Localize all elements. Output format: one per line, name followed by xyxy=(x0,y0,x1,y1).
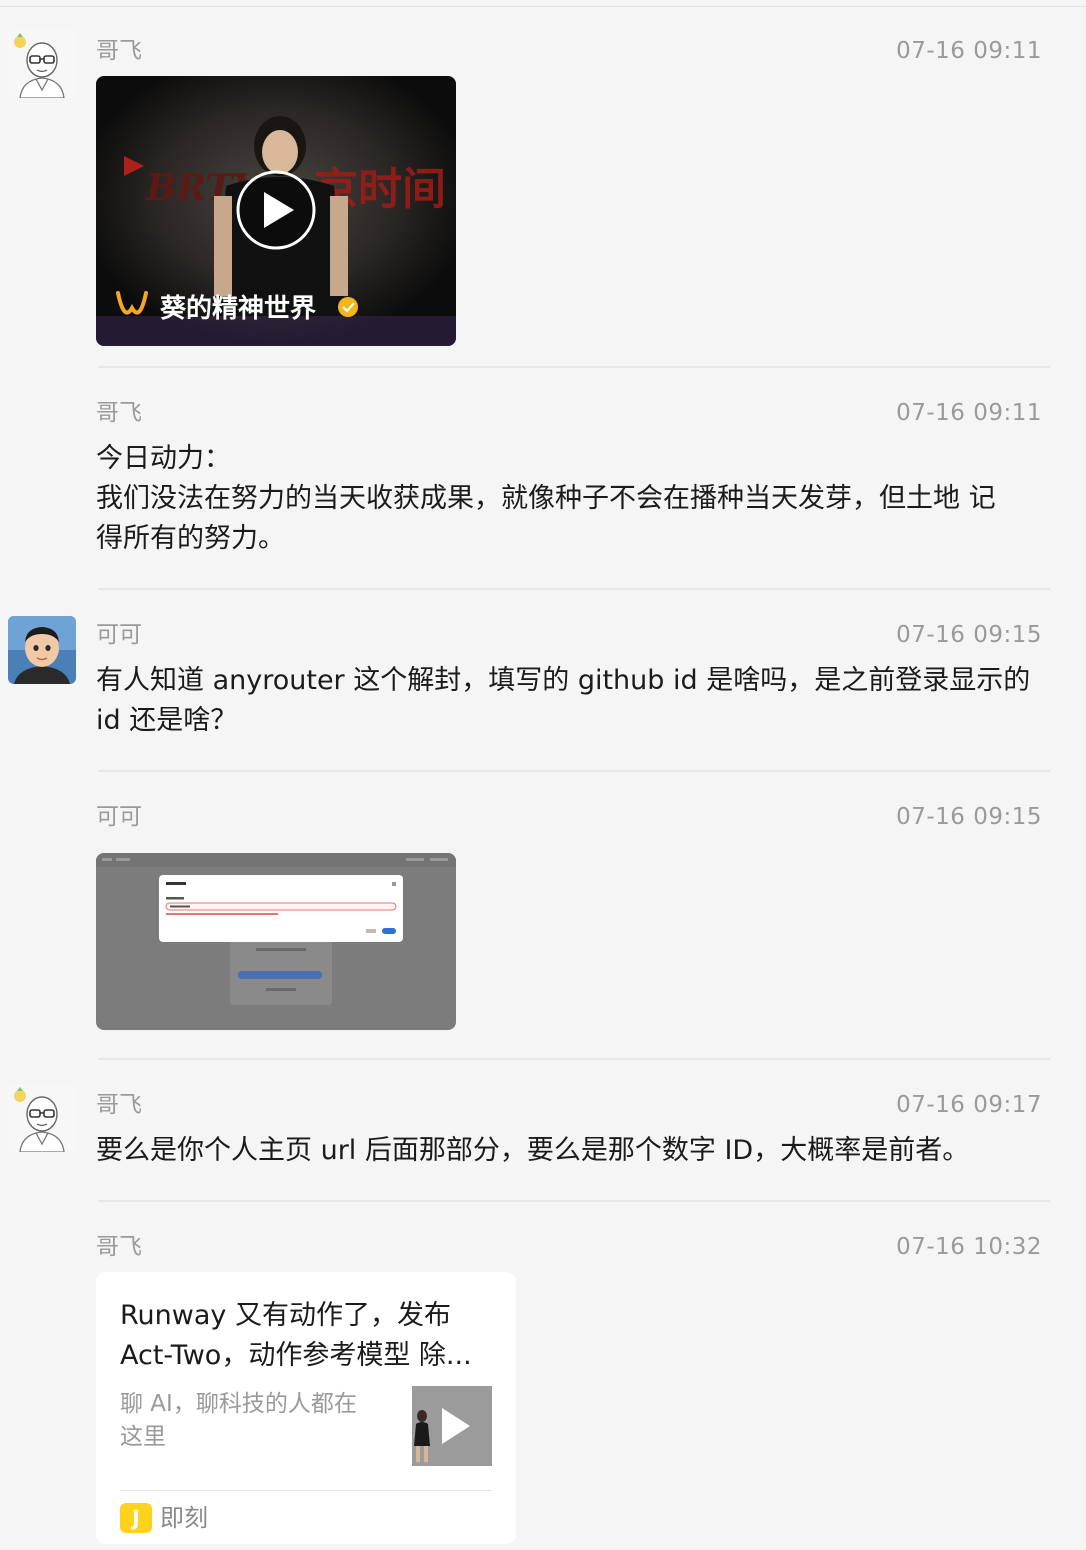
timestamp: 07-16 09:17 xyxy=(896,1092,1042,1118)
link-card-title-line: Runway 又有动作了，发布 xyxy=(120,1300,451,1331)
jike-app-icon: J xyxy=(120,1503,152,1533)
timestamp: 07-16 09:11 xyxy=(896,400,1042,426)
message-divider xyxy=(98,770,1050,772)
message-text[interactable]: 今日动力： 我们没法在努力的当天收获成果，就像种子不会在播种当天发芽，但土地 记… xyxy=(96,439,1041,559)
link-card-title: Runway 又有动作了，发布 Act-Two，动作参考模型 除... xyxy=(120,1296,500,1376)
sender-name: 哥飞 xyxy=(96,1092,142,1118)
message-text[interactable]: 要么是你个人主页 url 后面那部分，要么是那个数字 ID，大概率是前者。 xyxy=(96,1131,1041,1171)
message-divider xyxy=(98,366,1050,368)
message-line: 得所有的努力。 xyxy=(96,523,285,554)
link-card-source-label: 即刻 xyxy=(160,1504,208,1532)
avatar-gefei[interactable] xyxy=(8,1084,76,1152)
sender-name: 哥飞 xyxy=(96,1234,142,1260)
message-line: 今日动力： xyxy=(96,443,231,474)
link-card-description: 聊 AI，聊科技的人都在 这里 xyxy=(120,1388,390,1454)
link-card[interactable]: Runway 又有动作了，发布 Act-Two，动作参考模型 除... 聊 AI… xyxy=(96,1272,516,1544)
message-line: 我们没法在努力的当天收获成果，就像种子不会在播种当天发芽，但土地 记 xyxy=(96,483,996,514)
message-line: 要么是你个人主页 url 后面那部分，要么是那个数字 ID，大概率是前者。 xyxy=(96,1135,970,1166)
sender-name: 哥飞 xyxy=(96,400,142,426)
message-divider xyxy=(98,1200,1050,1202)
sender-name: 可可 xyxy=(96,804,142,830)
screenshot-image[interactable] xyxy=(96,853,456,1030)
message-divider xyxy=(98,1058,1050,1060)
message-line: 有人知道 anyrouter 这个解封，填写的 github id 是啥吗，是之… xyxy=(96,665,1031,696)
link-card-divider xyxy=(120,1490,492,1491)
link-card-title-line: Act-Two，动作参考模型 除... xyxy=(120,1340,472,1371)
message-divider xyxy=(98,588,1050,590)
link-card-video-thumbnail[interactable] xyxy=(412,1386,492,1466)
top-divider xyxy=(0,6,1086,7)
avatar-gefei[interactable] xyxy=(8,30,76,98)
timestamp: 07-16 10:32 xyxy=(896,1234,1042,1260)
avatar-keke[interactable] xyxy=(8,616,76,684)
sender-name: 可可 xyxy=(96,622,142,648)
timestamp: 07-16 09:15 xyxy=(896,804,1042,830)
message-text[interactable]: 有人知道 anyrouter 这个解封，填写的 github id 是啥吗，是之… xyxy=(96,661,1041,741)
video-thumbnail[interactable]: BRTV 京时间 葵的精神世界 xyxy=(96,76,456,346)
sender-name: 哥飞 xyxy=(96,38,142,64)
message-line: id 还是啥？ xyxy=(96,705,238,736)
link-card-desc-line: 聊 AI，聊科技的人都在 xyxy=(120,1391,357,1417)
timestamp: 07-16 09:11 xyxy=(896,38,1042,64)
video-caption: 葵的精神世界 xyxy=(160,294,317,324)
link-card-desc-line: 这里 xyxy=(120,1424,166,1450)
timestamp: 07-16 09:15 xyxy=(896,622,1042,648)
